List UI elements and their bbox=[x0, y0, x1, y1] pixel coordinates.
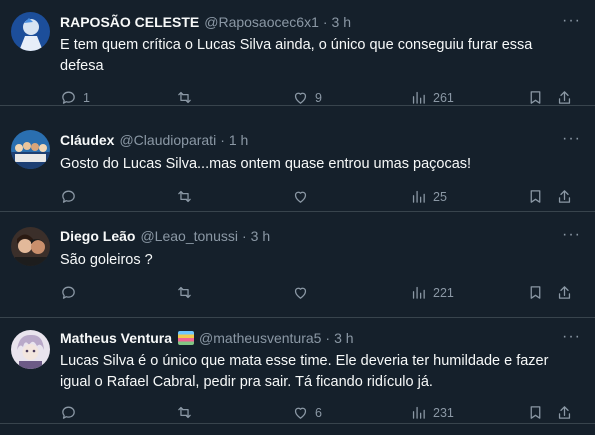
views-count: 261 bbox=[433, 90, 454, 105]
views-button[interactable]: 25 bbox=[410, 188, 447, 205]
timestamp[interactable]: 3 h bbox=[334, 330, 353, 346]
tweet-text: Gosto do Lucas Silva...mas ontem quase e… bbox=[60, 156, 472, 172]
views-icon bbox=[412, 190, 425, 203]
retweet-icon bbox=[178, 190, 191, 203]
bookmark-button[interactable] bbox=[527, 89, 544, 106]
books-emoji-icon bbox=[178, 331, 195, 345]
reply-icon bbox=[62, 406, 75, 419]
separator: · bbox=[241, 228, 247, 244]
views-count: 231 bbox=[433, 405, 454, 420]
views-button[interactable]: 221 bbox=[410, 284, 454, 301]
retweet-button[interactable] bbox=[176, 89, 199, 106]
share-button[interactable] bbox=[556, 188, 573, 205]
reply-button[interactable] bbox=[60, 188, 83, 205]
reply-icon bbox=[62, 91, 75, 104]
more-options-icon[interactable]: ··· bbox=[562, 12, 581, 30]
reply-button[interactable] bbox=[60, 284, 83, 301]
tweet-text: E tem quem crítica o Lucas Silva ainda, … bbox=[60, 37, 533, 74]
retweet-icon bbox=[178, 406, 191, 419]
display-name[interactable]: Diego Leão bbox=[60, 228, 135, 244]
reply-button[interactable]: 1 bbox=[60, 89, 90, 106]
bookmark-button[interactable] bbox=[527, 404, 544, 421]
bookmark-icon bbox=[530, 406, 541, 419]
user-handle[interactable]: @Raposaocec6x1 bbox=[204, 14, 319, 30]
heart-icon bbox=[294, 92, 307, 104]
retweet-button[interactable] bbox=[176, 404, 199, 421]
tweet[interactable]: Cláudex @Claudioparati · 1 h ··· Gosto d… bbox=[0, 106, 595, 212]
like-button[interactable] bbox=[292, 188, 315, 205]
avatar[interactable] bbox=[11, 12, 50, 51]
avatar[interactable] bbox=[11, 330, 50, 369]
retweet-icon bbox=[178, 91, 191, 104]
heart-icon bbox=[294, 407, 307, 419]
share-button[interactable] bbox=[556, 284, 573, 301]
timestamp[interactable]: 3 h bbox=[332, 14, 351, 30]
views-count: 25 bbox=[433, 189, 447, 204]
views-count: 221 bbox=[433, 285, 454, 300]
timestamp[interactable]: 3 h bbox=[251, 228, 270, 244]
tweet[interactable]: Matheus Ventura @matheusventura5 · 3 h ·… bbox=[0, 318, 595, 424]
retweet-button[interactable] bbox=[176, 188, 199, 205]
views-button[interactable]: 261 bbox=[410, 89, 454, 106]
tweet[interactable]: Diego Leão @Leao_tonussi · 3 h ··· São g… bbox=[0, 212, 595, 318]
tweet-actions: 6 231 bbox=[60, 404, 583, 424]
tweet-header: Diego Leão @Leao_tonussi · 3 h bbox=[60, 228, 270, 244]
more-options-icon[interactable]: ··· bbox=[562, 130, 581, 148]
bookmark-icon bbox=[530, 190, 541, 203]
share-icon bbox=[558, 190, 571, 203]
reply-count: 1 bbox=[83, 90, 90, 105]
tweet-text: São goleiros ? bbox=[60, 252, 153, 268]
bookmark-icon bbox=[530, 286, 541, 299]
user-handle[interactable]: @Claudioparati bbox=[119, 132, 216, 148]
share-icon bbox=[558, 91, 571, 104]
user-handle[interactable]: @matheusventura5 bbox=[199, 330, 321, 346]
share-button[interactable] bbox=[556, 404, 573, 421]
reply-icon bbox=[62, 190, 75, 203]
user-handle[interactable]: @Leao_tonussi bbox=[140, 228, 238, 244]
tweet-header: Cláudex @Claudioparati · 1 h bbox=[60, 132, 248, 148]
views-icon bbox=[412, 406, 425, 419]
reply-icon bbox=[62, 286, 75, 299]
bookmark-icon bbox=[530, 91, 541, 104]
views-icon bbox=[412, 91, 425, 104]
share-icon bbox=[558, 406, 571, 419]
tweet-actions: 25 bbox=[60, 188, 583, 208]
heart-icon bbox=[294, 287, 307, 299]
heart-icon bbox=[294, 191, 307, 203]
reply-button[interactable] bbox=[60, 404, 83, 421]
timestamp[interactable]: 1 h bbox=[229, 132, 248, 148]
tweet[interactable]: RAPOSÃO CELESTE @Raposaocec6x1 · 3 h ···… bbox=[0, 0, 595, 106]
tweet-actions: 221 bbox=[60, 284, 583, 304]
share-icon bbox=[558, 286, 571, 299]
bookmark-button[interactable] bbox=[527, 188, 544, 205]
retweet-icon bbox=[178, 286, 191, 299]
display-name[interactable]: Matheus Ventura bbox=[60, 330, 172, 346]
like-count: 9 bbox=[315, 90, 322, 105]
separator: · bbox=[325, 330, 331, 346]
avatar[interactable] bbox=[11, 130, 50, 169]
bookmark-button[interactable] bbox=[527, 284, 544, 301]
like-button[interactable]: 6 bbox=[292, 404, 322, 421]
like-button[interactable]: 9 bbox=[292, 89, 322, 106]
tweet-text: Lucas Silva é o único que mata esse time… bbox=[60, 353, 549, 390]
more-options-icon[interactable]: ··· bbox=[562, 328, 581, 346]
avatar[interactable] bbox=[11, 227, 50, 266]
separator: · bbox=[322, 14, 328, 30]
views-icon bbox=[412, 286, 425, 299]
share-button[interactable] bbox=[556, 89, 573, 106]
display-name[interactable]: RAPOSÃO CELESTE bbox=[60, 14, 199, 30]
display-name[interactable]: Cláudex bbox=[60, 132, 114, 148]
like-count: 6 bbox=[315, 405, 322, 420]
more-options-icon[interactable]: ··· bbox=[562, 226, 581, 244]
tweet-header: Matheus Ventura @matheusventura5 · 3 h bbox=[60, 330, 354, 346]
separator: · bbox=[220, 132, 225, 148]
retweet-button[interactable] bbox=[176, 284, 199, 301]
views-button[interactable]: 231 bbox=[410, 404, 454, 421]
like-button[interactable] bbox=[292, 284, 315, 301]
tweet-header: RAPOSÃO CELESTE @Raposaocec6x1 · 3 h bbox=[60, 14, 351, 30]
